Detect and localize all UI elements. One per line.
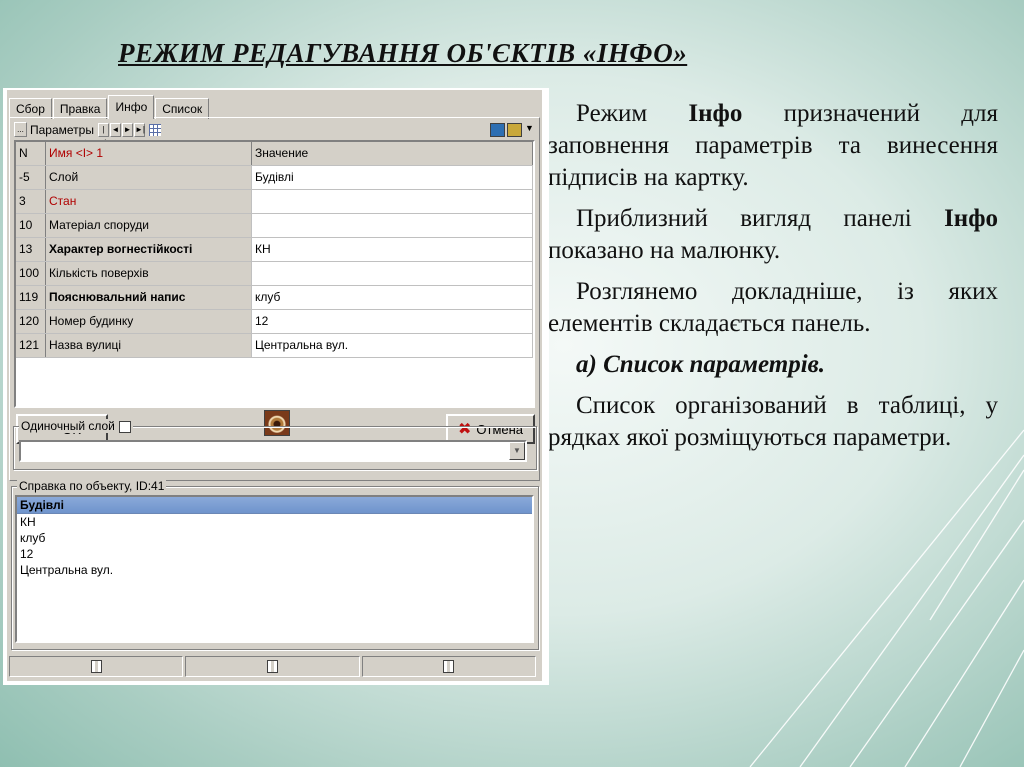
- row-value[interactable]: [252, 262, 533, 285]
- paragraph-5: Список організований в таблиці, у рядках…: [548, 392, 998, 451]
- nav-next-button[interactable]: ►: [121, 122, 133, 137]
- info-panel-window: Сбор Правка Инфо Список ... Параметры | ◄…: [7, 90, 542, 681]
- panel-icon[interactable]: [443, 660, 455, 673]
- table-row[interactable]: -5 Слой Будівлі: [16, 166, 533, 190]
- row-number: 10: [16, 214, 46, 237]
- parameters-table: N Имя <I> 1 Значение -5 Слой Будівлі 3 С…: [14, 140, 535, 408]
- row-name: Кількість поверхів: [46, 262, 252, 285]
- row-name: Пояснювальний напис: [46, 286, 252, 309]
- column-header-name[interactable]: Имя <I> 1: [46, 142, 252, 165]
- slide-title: РЕЖИМ РЕДАГУВАННЯ ОБ'ЄКТІВ «ІНФО»: [118, 38, 688, 68]
- tab-spisok[interactable]: Список: [155, 98, 210, 119]
- table-row[interactable]: 100 Кількість поверхів: [16, 262, 533, 286]
- row-number: 119: [16, 286, 46, 309]
- row-value[interactable]: [252, 214, 533, 237]
- folder-icon[interactable]: [507, 122, 522, 137]
- toolbar-right-group: ▼: [488, 122, 535, 137]
- column-header-n[interactable]: N: [16, 142, 46, 165]
- chevron-down-icon[interactable]: ▼: [509, 442, 525, 460]
- tab-pravka[interactable]: Правка: [52, 98, 108, 119]
- status-panel-left: [9, 656, 184, 677]
- info-line: Центральна вул.: [20, 563, 114, 577]
- row-name: Назва вулиці: [46, 334, 252, 357]
- screenshot-frame: Сбор Правка Инфо Список ... Параметры | ◄…: [3, 88, 549, 685]
- row-number: 3: [16, 190, 46, 213]
- row-number: 121: [16, 334, 46, 357]
- row-value[interactable]: Будівлі: [252, 166, 533, 189]
- object-info-box[interactable]: Будівлі КН клуб 12 Центральна вул.: [15, 495, 534, 643]
- single-layer-label: Одиночный слой: [21, 419, 115, 433]
- table-row[interactable]: 13 Характер вогнестійкості КН: [16, 238, 533, 262]
- nav-prev-button[interactable]: ◄: [109, 122, 121, 137]
- grid-icon[interactable]: [148, 123, 161, 136]
- nav-first-button[interactable]: |◄: [97, 122, 109, 146]
- paragraph-1: Режим Інфо призначений для заповнення па…: [548, 100, 998, 191]
- description-text: Режим Інфо призначений для заповнення па…: [548, 98, 998, 463]
- single-layer-checkbox[interactable]: [118, 420, 131, 433]
- column-header-value[interactable]: Значение: [252, 142, 533, 165]
- object-info-label: Справка по объекту, ID:41: [17, 479, 167, 493]
- row-number: 100: [16, 262, 46, 285]
- row-name: Стан: [46, 190, 252, 213]
- table-row[interactable]: 121 Назва вулиці Центральна вул.: [16, 334, 533, 358]
- table-row[interactable]: 10 Матеріал споруди: [16, 214, 533, 238]
- dropdown-arrow-icon[interactable]: ▼: [525, 123, 535, 137]
- row-name: Характер вогнестійкості: [46, 238, 252, 261]
- panel-icon[interactable]: [266, 660, 278, 673]
- tab-info[interactable]: Инфо: [108, 95, 155, 119]
- row-value[interactable]: КН: [252, 238, 533, 261]
- row-name: Номер будинку: [46, 310, 252, 333]
- tab-sbor[interactable]: Сбор: [9, 98, 52, 119]
- status-bar: [9, 656, 538, 677]
- table-row[interactable]: 3 Стан: [16, 190, 533, 214]
- info-line: КН: [20, 515, 36, 529]
- info-selected-line: Будівлі: [17, 497, 532, 514]
- row-value[interactable]: [252, 190, 533, 213]
- table-header-row: N Имя <I> 1 Значение: [16, 142, 533, 166]
- info-line: 12: [20, 547, 34, 561]
- row-value[interactable]: Центральна вул.: [252, 334, 533, 357]
- table-row[interactable]: 119 Пояснювальний напис клуб: [16, 286, 533, 310]
- row-number: 13: [16, 238, 46, 261]
- nav-last-button[interactable]: ►|: [133, 122, 145, 137]
- status-panel-middle: [185, 656, 360, 677]
- status-panel-right: [361, 656, 536, 677]
- row-number: -5: [16, 166, 46, 189]
- row-name: Матеріал споруди: [46, 214, 252, 237]
- params-menu-button[interactable]: ...: [14, 122, 27, 137]
- row-value[interactable]: 12: [252, 310, 533, 333]
- single-layer-label-wrap: Одиночный слой: [19, 419, 133, 433]
- table-row[interactable]: 120 Номер будинку 12: [16, 310, 533, 334]
- row-number: 120: [16, 310, 46, 333]
- panel-icon[interactable]: [90, 660, 102, 673]
- row-value[interactable]: клуб: [252, 286, 533, 309]
- subheading-parameters-list: а) Список параметрів.: [576, 351, 826, 378]
- paragraph-2: Приблизний вигляд панелі Інфо показано н…: [548, 205, 998, 264]
- monitor-icon[interactable]: [490, 122, 505, 137]
- row-name: Слой: [46, 166, 252, 189]
- info-line: клуб: [20, 531, 46, 545]
- paragraph-3: Розглянемо докладніше, із яких елементів…: [548, 278, 998, 337]
- tab-bar: Сбор Правка Инфо Список: [9, 94, 210, 119]
- params-label: Параметры: [30, 122, 94, 137]
- params-toolbar: ... Параметры |◄ ◄ ► ►| ▼: [14, 121, 535, 146]
- layer-combobox[interactable]: ▼: [19, 440, 527, 462]
